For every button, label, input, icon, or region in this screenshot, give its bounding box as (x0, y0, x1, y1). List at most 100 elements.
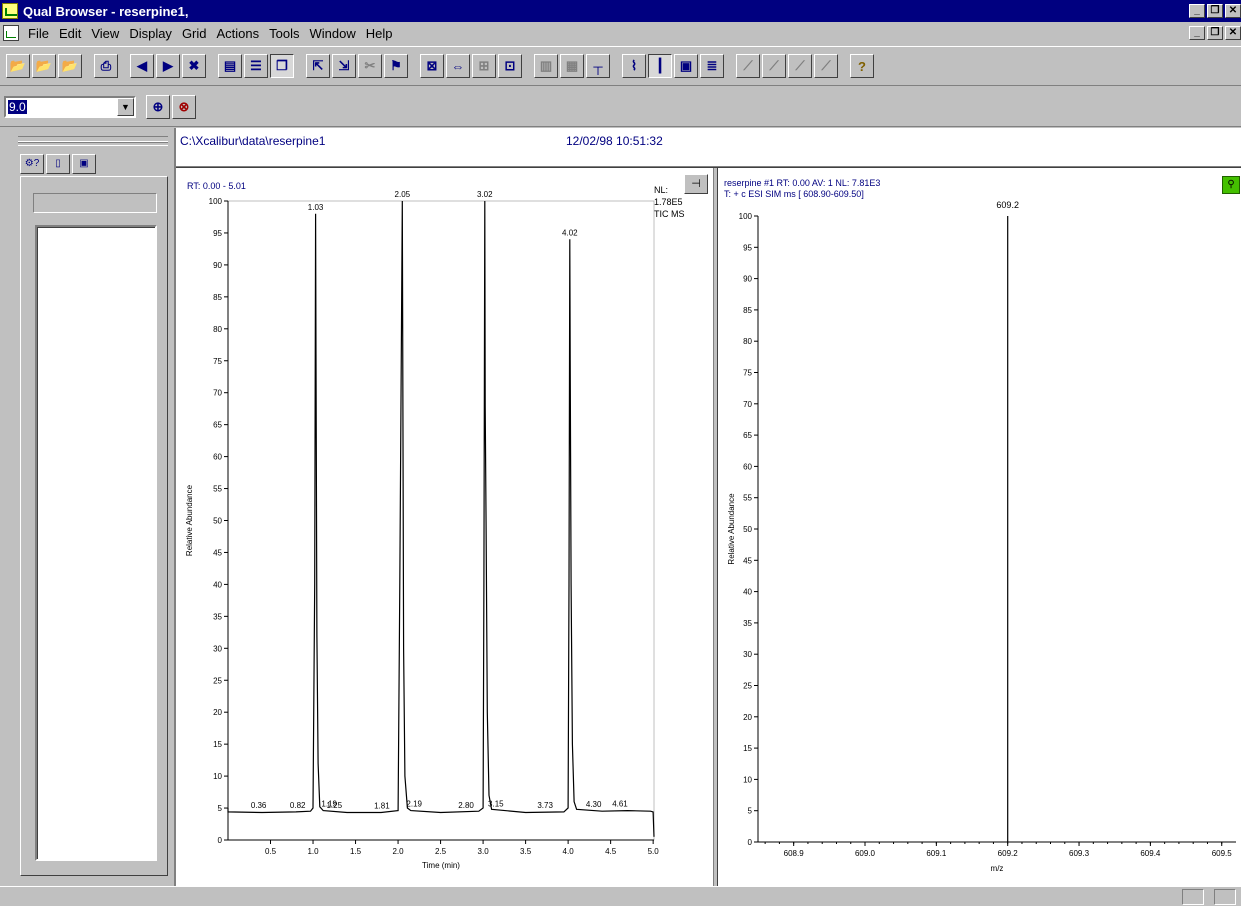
chrom-peak-label: 3.73 (537, 801, 553, 810)
spec-list-icon[interactable]: ≣ (700, 54, 724, 78)
spec-y-tick-label: 90 (743, 275, 752, 284)
menu-tools[interactable]: Tools (264, 26, 304, 41)
chrom-x-tick-label: 4.0 (563, 847, 575, 856)
menu-file[interactable]: File (23, 26, 54, 41)
restore-button[interactable]: ❐ (1207, 4, 1223, 18)
chrom-x-tick-label: 3.5 (520, 847, 532, 856)
reset-zoom-icon[interactable]: ⊡ (498, 54, 522, 78)
open-icon[interactable]: 📂 (6, 54, 30, 78)
peak-detect-icon[interactable]: ┬ (586, 54, 610, 78)
chrom-x-tick-label: 2.0 (392, 847, 404, 856)
menu-view[interactable]: View (86, 26, 124, 41)
spec-y-tick-label: 75 (743, 369, 752, 378)
close-button[interactable]: ✕ (1225, 4, 1241, 18)
zoom-x-icon[interactable]: ⇔ (446, 54, 470, 78)
spectrum-list-icon[interactable]: ▥ (534, 54, 558, 78)
spec-x-axis-title: m/z (991, 864, 1004, 873)
menu-actions[interactable]: Actions (212, 26, 265, 41)
document-icon[interactable] (3, 25, 19, 41)
stack-icon[interactable]: ☰ (244, 54, 268, 78)
tile-icon[interactable]: ▤ (218, 54, 242, 78)
spectrum-header-line1: reserpine #1 RT: 0.00 AV: 1 NL: 7.81E3 (724, 178, 880, 188)
tab-spectrum-icon[interactable]: ▣ (72, 154, 96, 174)
menu-display[interactable]: Display (124, 26, 177, 41)
chrom-y-tick-label: 0 (218, 836, 223, 845)
chrom-peak-label: 3.15 (488, 800, 504, 809)
spec-x-tick-label: 609.1 (926, 849, 947, 858)
print-icon[interactable]: ⎙ (94, 54, 118, 78)
insert-cell-left-icon[interactable]: ⇱ (306, 54, 330, 78)
menu-help[interactable]: Help (361, 26, 398, 41)
chrom-y-tick-label: 30 (213, 644, 222, 653)
acquisition-datetime: 12/02/98 10:51:32 (566, 134, 663, 148)
clear-range-icon[interactable]: ⊗ (172, 94, 196, 119)
info-panel (20, 176, 168, 876)
tab-instrument-icon[interactable]: ⚙? (20, 154, 44, 174)
delete-cell-icon[interactable]: ✂ (358, 54, 382, 78)
insert-cell-below-icon[interactable]: ⇲ (332, 54, 356, 78)
chrom-y-tick-label: 40 (213, 580, 222, 589)
menu-edit[interactable]: Edit (54, 26, 86, 41)
pane-grip-lower[interactable] (18, 142, 168, 146)
spec-x-tick-label: 608.9 (784, 849, 805, 858)
doc-minimize-button[interactable]: _ (1189, 26, 1205, 40)
chrom-peak-label: 4.61 (612, 800, 628, 809)
spec-y-tick-label: 30 (743, 650, 752, 659)
chrom-peak-label: 1.25 (326, 801, 342, 810)
spec-y-tick-label: 45 (743, 556, 752, 565)
menu-grid[interactable]: Grid (177, 26, 212, 41)
chrom-x-tick-label: 1.5 (350, 847, 362, 856)
doc-close-button[interactable]: ✕ (1225, 26, 1241, 40)
doc-restore-button[interactable]: ❐ (1207, 26, 1223, 40)
menu-bar: File Edit View Display Grid Actions Tool… (0, 22, 1241, 44)
prev-icon[interactable]: ◀ (130, 54, 154, 78)
open-raw-icon[interactable]: 📂 (32, 54, 56, 78)
show-peaks-icon[interactable]: ⟋ (788, 54, 812, 78)
next-icon[interactable]: ▶ (156, 54, 180, 78)
zoom-y-icon[interactable]: ⊞ (472, 54, 496, 78)
chrom-peak-label: 4.02 (562, 228, 578, 237)
chrom-y-tick-label: 75 (213, 357, 222, 366)
spec-y-tick-label: 60 (743, 462, 752, 471)
cascade-icon[interactable]: ❐ (270, 54, 294, 78)
spec-x-tick-label: 609.0 (855, 849, 876, 858)
spec-y-tick-label: 15 (743, 744, 752, 753)
stack-plots-icon[interactable]: ⟋ (762, 54, 786, 78)
normalize-icon[interactable]: ⟋ (736, 54, 760, 78)
info-field (33, 193, 157, 213)
minimize-button[interactable]: _ (1189, 4, 1205, 18)
zoom-combo[interactable]: 9.0 ▼ (4, 95, 136, 118)
chromatogram-view-icon[interactable]: ⌇ (622, 54, 646, 78)
spec-x-tick-label: 609.2 (998, 849, 1019, 858)
spec-y-tick-label: 100 (739, 212, 753, 221)
menu-window[interactable]: Window (305, 26, 361, 41)
hide-peaks-icon[interactable]: ⟋ (814, 54, 838, 78)
chrom-y-tick-label: 50 (213, 517, 222, 526)
chrom-y-tick-label: 85 (213, 293, 222, 302)
chromatogram-cell[interactable]: RT: 0.00 - 5.01 NL: 1.78E5 TIC MS 0 5 10 15… (176, 168, 713, 886)
chrom-peak-label: 2.05 (395, 190, 411, 199)
auto-range-icon[interactable]: ⊕ (146, 94, 170, 119)
chrom-y-tick-label: 35 (213, 612, 222, 621)
spectrum-view-icon[interactable]: ┃ (648, 54, 672, 78)
chrom-y-axis-title: Relative Abundance (185, 484, 194, 556)
chrom-x-tick-label: 0.5 (265, 847, 277, 856)
app-icon[interactable] (2, 3, 18, 19)
zoom-all-icon[interactable]: ⊠ (420, 54, 444, 78)
spec-y-tick-label: 5 (748, 807, 753, 816)
chrom-peak-label: 0.36 (251, 801, 267, 810)
spectrum-cell[interactable]: reserpine #1 RT: 0.00 AV: 1 NL: 7.81E3 T… (718, 168, 1241, 886)
map-view-icon[interactable]: ▣ (674, 54, 698, 78)
pin-icon[interactable]: ⊣ (684, 174, 708, 194)
library-icon[interactable]: ▦ (560, 54, 584, 78)
tab-document-icon[interactable]: ▯ (46, 154, 70, 174)
close-view-icon[interactable]: ✖ (182, 54, 206, 78)
chrom-y-tick-label: 10 (213, 772, 222, 781)
chevron-down-icon[interactable]: ▼ (117, 97, 134, 116)
spectrum-pin-icon[interactable]: ⚲ (1222, 176, 1240, 194)
help-icon[interactable]: ? (850, 54, 874, 78)
info-list[interactable] (35, 225, 157, 861)
chrom-peak-label: 2.19 (406, 800, 422, 809)
pin-cell-icon[interactable]: ⚑ (384, 54, 408, 78)
open-layout-icon[interactable]: 📂 (58, 54, 82, 78)
